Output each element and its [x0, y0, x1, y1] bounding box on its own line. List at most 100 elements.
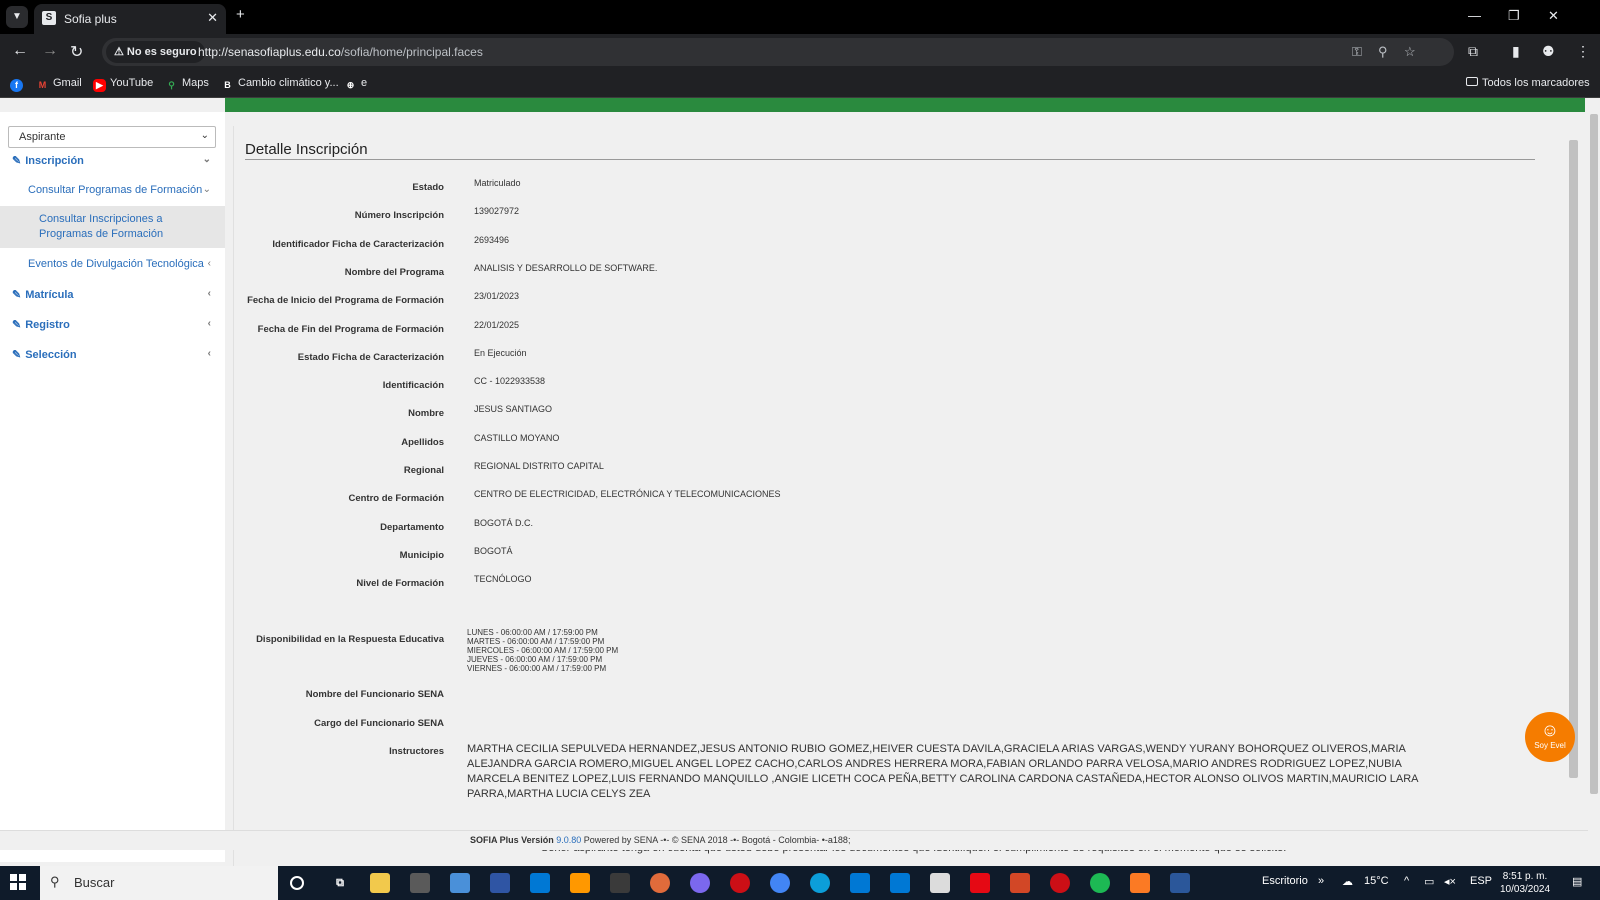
- robot-icon: ☺: [1540, 720, 1560, 740]
- profile-icon[interactable]: ⚉: [1542, 43, 1555, 60]
- sidebar-item-label: Registro: [25, 319, 70, 331]
- url-text[interactable]: http://senasofiaplus.edu.co/sofia/home/p…: [198, 45, 483, 59]
- extensions-icon[interactable]: ⧉: [1468, 43, 1478, 60]
- tab-sofia-plus[interactable]: S Sofia plus ✕: [34, 4, 226, 34]
- file-explorer-icon[interactable]: [370, 873, 390, 893]
- page-scrollbar-thumb[interactable]: [1590, 114, 1598, 794]
- powerpoint-icon[interactable]: [1010, 873, 1030, 893]
- availability-label: Disponibilidad en la Respuesta Educativa: [256, 634, 444, 645]
- bookmark-gmail[interactable]: M Gmail: [36, 77, 82, 92]
- taskbar-search[interactable]: ⚲ Buscar: [40, 866, 278, 900]
- opera-icon[interactable]: [730, 873, 750, 893]
- field-label: Nombre: [408, 408, 444, 419]
- vscode-icon[interactable]: [530, 873, 550, 893]
- tab-close-icon[interactable]: ✕: [207, 10, 218, 26]
- bookmark-label: e: [361, 77, 368, 89]
- bookmark-star-icon[interactable]: ☆: [1404, 44, 1416, 60]
- bookmark-facebook[interactable]: f: [10, 77, 27, 92]
- bookmark-label: Maps: [182, 77, 209, 89]
- security-chip[interactable]: ⚠ No es seguro: [106, 41, 205, 63]
- sidebar-item-matricula[interactable]: ✎ Matrícula ‹: [0, 288, 225, 308]
- window-close-icon[interactable]: ✕: [1548, 8, 1559, 24]
- content-scrollbar-thumb[interactable]: [1569, 140, 1578, 778]
- url-host: http://senasofiaplus.edu.co: [198, 45, 341, 59]
- weather-temperature[interactable]: 15°C: [1364, 875, 1389, 887]
- address-bar[interactable]: ⚠ No es seguro http://senasofiaplus.edu.…: [102, 38, 1454, 66]
- bookmark-bing[interactable]: B Cambio climático y...: [221, 77, 338, 92]
- bookmark-label: Gmail: [53, 77, 82, 89]
- all-bookmarks[interactable]: Todos los marcadores: [1466, 77, 1590, 89]
- password-key-icon[interactable]: ⚿: [1352, 44, 1362, 60]
- menu-icon[interactable]: ⋮: [1576, 43, 1590, 60]
- xampp-icon[interactable]: [1130, 873, 1150, 893]
- new-tab-button[interactable]: +: [236, 6, 245, 23]
- warning-icon: ⚠: [114, 46, 127, 58]
- sidebar-item-label: Consultar Inscripciones a Programas de F…: [39, 213, 164, 240]
- sidebar-item-consultar-inscripciones[interactable]: Consultar Inscripciones a Programas de F…: [0, 206, 225, 248]
- zoom-icon[interactable]: ⚲: [1378, 44, 1388, 60]
- field-label: Estado: [412, 182, 444, 193]
- chevron-up-icon[interactable]: ^: [1404, 875, 1409, 887]
- app-icon[interactable]: [410, 873, 430, 893]
- task-view-icon[interactable]: ⧉: [330, 873, 350, 893]
- app-icon[interactable]: [610, 873, 630, 893]
- language-indicator[interactable]: ESP: [1470, 875, 1492, 887]
- app-icon[interactable]: [850, 873, 870, 893]
- app-icon[interactable]: [930, 873, 950, 893]
- windows-taskbar: ⚲ Buscar ⧉ Escritorio » ☁ 15°C ^ ▭ ◂× ES…: [0, 866, 1600, 900]
- netflix-icon[interactable]: [970, 873, 990, 893]
- edge-icon[interactable]: [810, 873, 830, 893]
- chat-bot-button[interactable]: ☺ Soy Evel: [1525, 712, 1575, 762]
- opera-gx-icon[interactable]: [1050, 873, 1070, 893]
- desktop-toolbar-label[interactable]: Escritorio: [1262, 875, 1308, 887]
- forward-icon[interactable]: →: [42, 42, 58, 60]
- taskbar-clock[interactable]: 8:51 p. m. 10/03/2024: [1500, 870, 1550, 896]
- search-icon: ⚲: [50, 874, 60, 889]
- bookmark-e[interactable]: ⊕ e: [344, 77, 367, 92]
- app-icon[interactable]: [450, 873, 470, 893]
- bookmark-youtube[interactable]: ▶ YouTube: [93, 77, 153, 92]
- field-value: 23/01/2023: [474, 291, 520, 301]
- app-icon[interactable]: [490, 873, 510, 893]
- field-value: Matriculado: [474, 178, 521, 188]
- bookmark-maps[interactable]: ⚲ Maps: [165, 77, 209, 92]
- sublime-icon[interactable]: [570, 873, 590, 893]
- chevron-down-icon: ⌄: [200, 130, 209, 141]
- word-icon[interactable]: [1170, 873, 1190, 893]
- network-icon[interactable]: ▭: [1424, 875, 1434, 888]
- field-value: CC - 1022933538: [474, 376, 546, 386]
- sidebar-item-inscripcion[interactable]: ✎ Inscripción ⌄: [0, 154, 225, 174]
- field-value: REGIONAL DISTRITO CAPITAL: [474, 461, 604, 471]
- sidebar-item-seleccion[interactable]: ✎ Selección ‹: [0, 348, 225, 368]
- availability-entry: MIERCOLES - 06:00:00 AM / 17:59:00 PM: [467, 646, 619, 655]
- footer-prefix: SOFIA Plus Versión: [470, 835, 557, 845]
- weather-icon[interactable]: ☁: [1342, 875, 1353, 888]
- sidebar-item-registro[interactable]: ✎ Registro ‹: [0, 318, 225, 338]
- app-icon[interactable]: [650, 873, 670, 893]
- reload-icon[interactable]: ↻: [70, 42, 83, 62]
- chrome-icon[interactable]: [770, 873, 790, 893]
- notifications-icon[interactable]: ▤: [1572, 875, 1582, 888]
- minimize-icon[interactable]: —: [1468, 8, 1481, 23]
- tab-search-button[interactable]: ▼: [6, 6, 28, 28]
- edit-icon: ✎: [12, 289, 22, 301]
- sidebar-item-consultar-programas[interactable]: Consultar Programas de Formación ⌄: [0, 184, 225, 204]
- taskbar-search-placeholder: Buscar: [74, 875, 115, 890]
- restore-icon[interactable]: ❐: [1508, 8, 1520, 24]
- bookmark-label: YouTube: [110, 77, 154, 89]
- edit-icon: ✎: [12, 349, 22, 361]
- chevron-double-right-icon[interactable]: »: [1318, 875, 1324, 887]
- sidebar-item-eventos[interactable]: Eventos de Divulgación Tecnológica ‹: [0, 258, 225, 278]
- volume-icon[interactable]: ◂×: [1444, 875, 1456, 888]
- mail-icon[interactable]: [890, 873, 910, 893]
- role-select[interactable]: Aspirante ⌄: [8, 126, 216, 148]
- bookmarks-bar: f M Gmail ▶ YouTube ⚲ Maps B Cambio climátic…: [0, 70, 1600, 98]
- windows-start-icon[interactable]: [10, 874, 26, 890]
- field-label: Fecha de Inicio del Programa de Formació…: [247, 295, 444, 306]
- maps-icon: ⚲: [168, 80, 175, 90]
- back-icon[interactable]: ←: [12, 42, 28, 60]
- side-panel-icon[interactable]: ▮: [1512, 43, 1520, 60]
- cortana-icon[interactable]: [290, 876, 304, 890]
- app-icon[interactable]: [690, 873, 710, 893]
- spotify-icon[interactable]: [1090, 873, 1110, 893]
